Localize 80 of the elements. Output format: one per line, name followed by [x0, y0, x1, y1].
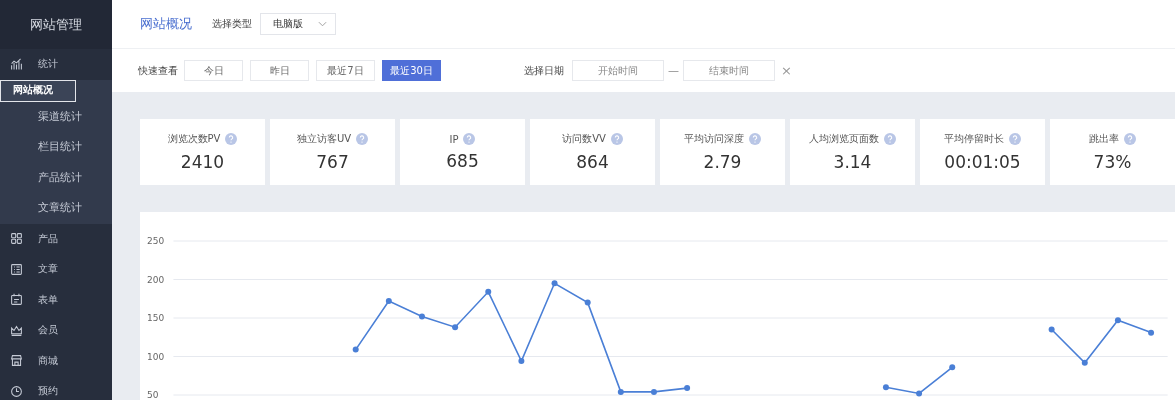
sidebar-subitem[interactable]: 网站概况	[0, 79, 76, 102]
data-point	[1114, 317, 1121, 324]
crown-icon	[10, 323, 23, 337]
quick-range-button[interactable]: 最近30日	[382, 60, 441, 81]
data-point	[650, 388, 657, 395]
quick-range-button[interactable]: 今日	[184, 60, 243, 81]
help-icon[interactable]	[463, 133, 476, 145]
data-point	[385, 298, 392, 305]
help-icon[interactable]	[1124, 133, 1136, 145]
type-label: 选择类型	[212, 17, 252, 31]
axis-tick-label: 100	[147, 351, 165, 362]
data-point	[551, 280, 558, 287]
data-point	[419, 313, 425, 320]
sidebar-item[interactable]: 商城	[0, 345, 112, 376]
stat-value: 685	[446, 151, 479, 171]
data-point	[352, 346, 359, 353]
stat-label: 独立访客UV	[296, 132, 352, 146]
sidebar-item[interactable]: 会员	[0, 315, 112, 346]
data-point	[882, 384, 889, 391]
list-icon	[10, 262, 23, 276]
sidebar-item[interactable]: 统计	[0, 49, 112, 80]
help-icon[interactable]	[884, 133, 896, 145]
chart-icon	[10, 57, 23, 71]
axis-tick-label: 250	[147, 236, 165, 246]
data-point	[584, 299, 591, 306]
stat-label: IP	[449, 133, 459, 145]
stat-value: 00:01:05	[944, 152, 1021, 172]
stat-value: 767	[316, 152, 349, 172]
date-label: 选择日期	[524, 63, 564, 78]
quick-view-label: 快速查看	[138, 63, 178, 78]
stat-label: 人均浏览页面数	[809, 132, 879, 146]
data-point	[1148, 329, 1155, 336]
stat-label: 平均访问深度	[684, 132, 744, 146]
chevron-down-icon	[318, 21, 327, 27]
end-date-field[interactable]: 结束时间	[683, 60, 775, 81]
sidebar-subitem[interactable]: 产品统计	[0, 162, 112, 193]
sidebar-subitem[interactable]: 文章统计	[0, 193, 112, 224]
sidebar-subitem[interactable]: 栏目统计	[0, 132, 112, 163]
date-separator: —	[668, 64, 679, 77]
data-point	[617, 388, 624, 395]
stat-value: 73%	[1093, 152, 1132, 172]
help-icon[interactable]	[749, 133, 761, 145]
sidebar-subitem[interactable]: 渠道统计	[0, 101, 112, 132]
store-icon	[10, 354, 23, 368]
stat-value: 2.79	[703, 152, 742, 172]
page-title: 网站概况	[140, 15, 192, 33]
help-icon[interactable]	[356, 133, 369, 145]
sidebar-item[interactable]: 产品	[0, 223, 112, 254]
help-icon[interactable]	[1009, 133, 1021, 145]
help-icon[interactable]	[610, 133, 623, 145]
stat-value: 864	[576, 152, 609, 172]
data-point	[949, 364, 956, 371]
stat-label: 浏览次数PV	[167, 132, 221, 146]
stat-value: 3.14	[833, 152, 872, 172]
data-point	[1048, 326, 1055, 333]
clock-icon	[10, 384, 23, 398]
sidebar-item[interactable]: 预约	[0, 376, 112, 400]
data-point	[916, 390, 923, 397]
stat-label: 平均停留时长	[944, 132, 1004, 146]
sidebar-item[interactable]: 表单	[0, 284, 112, 315]
axis-tick-label: 200	[147, 274, 165, 285]
data-point	[1081, 359, 1088, 366]
sidebar-item[interactable]: 文章	[0, 254, 112, 285]
stat-value: 2410	[180, 152, 225, 172]
axis-tick-label: 150	[147, 313, 165, 323]
help-icon[interactable]	[225, 133, 238, 145]
stat-label: 跳出率	[1089, 132, 1119, 146]
quick-range-button[interactable]: 昨日	[250, 60, 309, 81]
start-date-field[interactable]: 开始时间	[572, 60, 664, 81]
quick-range-button[interactable]: 最近7日	[316, 60, 375, 81]
grid-icon	[10, 232, 23, 246]
data-point	[452, 324, 459, 331]
data-point	[684, 385, 691, 392]
axis-tick-label: 50	[147, 390, 159, 400]
clipboard-icon	[10, 293, 23, 307]
stat-label: 访问数VV	[562, 132, 606, 146]
data-point	[518, 358, 525, 365]
sidebar-title: 网站管理	[0, 0, 112, 49]
data-point	[485, 288, 492, 295]
type-dropdown[interactable]: 电脑版	[260, 13, 336, 35]
